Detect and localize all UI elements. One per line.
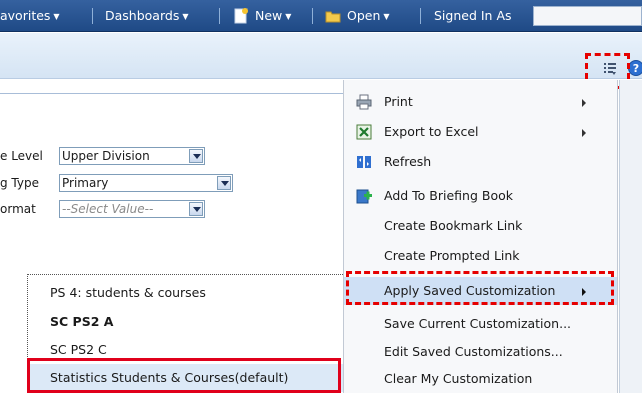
prompt-row-type: g Type Primary — [0, 174, 233, 192]
nav-divider — [312, 8, 313, 24]
chevron-down-icon: ▼ — [182, 12, 189, 21]
menu-item-clear-customization[interactable]: Clear My Customization — [344, 365, 617, 393]
favorites-label: avorites — [0, 8, 51, 23]
saved-customization-item[interactable]: SC PS2 A — [28, 308, 344, 336]
new-menu[interactable]: New ▼ — [233, 0, 291, 32]
menu-item-save-customization[interactable]: Save Current Customization... — [344, 310, 617, 338]
prompt-row-format: ormat --Select Value-- — [0, 200, 205, 218]
open-menu[interactable]: Open ▼ — [325, 0, 390, 32]
menu-item-label: Create Prompted Link — [384, 248, 520, 263]
open-label: Open — [347, 8, 381, 23]
chevron-down-icon — [189, 149, 203, 163]
format-select[interactable]: --Select Value-- — [59, 200, 205, 218]
format-select-placeholder: --Select Value-- — [62, 202, 154, 216]
chevron-right-icon — [582, 99, 586, 107]
dashboards-label: Dashboards — [105, 8, 180, 23]
menu-item-label: Create Bookmark Link — [384, 218, 523, 233]
prompt-row-level: e Level Upper Division — [0, 147, 205, 165]
printer-icon — [356, 94, 372, 110]
type-select-value: Primary — [62, 176, 109, 190]
level-select[interactable]: Upper Division — [59, 147, 205, 165]
briefing-book-icon — [356, 189, 372, 204]
nav-divider — [92, 8, 93, 24]
menu-item-label: Print — [384, 94, 413, 109]
prompt-label-format: ormat — [0, 202, 36, 216]
menu-item-label: Edit Saved Customizations... — [384, 344, 563, 359]
chevron-down-icon — [217, 176, 231, 190]
default-customization-highlight — [27, 358, 341, 393]
menu-item-bookmark-link[interactable]: Create Bookmark Link — [344, 212, 617, 240]
menu-item-print[interactable]: Print — [344, 88, 617, 116]
menu-item-prompted-link[interactable]: Create Prompted Link — [344, 242, 617, 270]
saved-customization-label: SC PS2 C — [50, 342, 107, 357]
menu-item-export-excel[interactable]: Export to Excel — [344, 118, 617, 146]
dashboard-toolbar — [0, 33, 642, 79]
saved-customization-label: PS 4: students & courses — [50, 285, 206, 300]
menu-item-label: Refresh — [384, 154, 432, 169]
nav-divider — [219, 8, 220, 24]
chevron-down-icon: ▼ — [383, 12, 390, 21]
new-label: New — [255, 8, 283, 23]
menu-item-label: Save Current Customization... — [384, 316, 572, 331]
menu-item-label: Clear My Customization — [384, 371, 533, 386]
saved-customization-label: SC PS2 A — [50, 314, 114, 329]
type-select[interactable]: Primary — [59, 174, 233, 192]
menu-item-label: Export to Excel — [384, 124, 479, 139]
apply-saved-customization-highlight — [346, 271, 614, 305]
chevron-down-icon — [189, 202, 203, 216]
nav-divider — [420, 8, 421, 24]
refresh-icon — [357, 156, 371, 168]
page-options-menu: Print Export to Excel Refresh Add To Bri… — [343, 80, 618, 393]
prompt-label-level: e Level — [0, 149, 43, 163]
saved-customization-item[interactable]: PS 4: students & courses — [28, 279, 344, 307]
signed-in-user-field[interactable] — [533, 6, 642, 26]
dashboards-menu[interactable]: Dashboards ▼ — [105, 0, 189, 32]
new-document-icon — [234, 8, 248, 24]
right-edge-panel — [619, 80, 642, 393]
signed-in-as-label: Signed In As — [434, 8, 512, 23]
help-icon[interactable]: ? — [628, 60, 642, 76]
menu-item-label: Add To Briefing Book — [384, 188, 513, 203]
top-navigation-bar: avorites ▼ Dashboards ▼ New ▼ Open ▼ Signed … — [0, 0, 642, 32]
folder-icon — [325, 11, 341, 23]
prompt-label-type: g Type — [0, 176, 39, 190]
chevron-down-icon: ▼ — [53, 12, 60, 21]
chevron-down-icon: ▼ — [285, 12, 292, 21]
level-select-value: Upper Division — [62, 149, 150, 163]
menu-item-edit-customizations[interactable]: Edit Saved Customizations... — [344, 338, 617, 366]
favorites-menu[interactable]: avorites ▼ — [0, 0, 60, 32]
menu-item-briefing-book[interactable]: Add To Briefing Book — [344, 182, 617, 210]
chevron-right-icon — [582, 129, 586, 137]
menu-item-refresh[interactable]: Refresh — [344, 148, 617, 176]
excel-icon — [356, 124, 372, 140]
